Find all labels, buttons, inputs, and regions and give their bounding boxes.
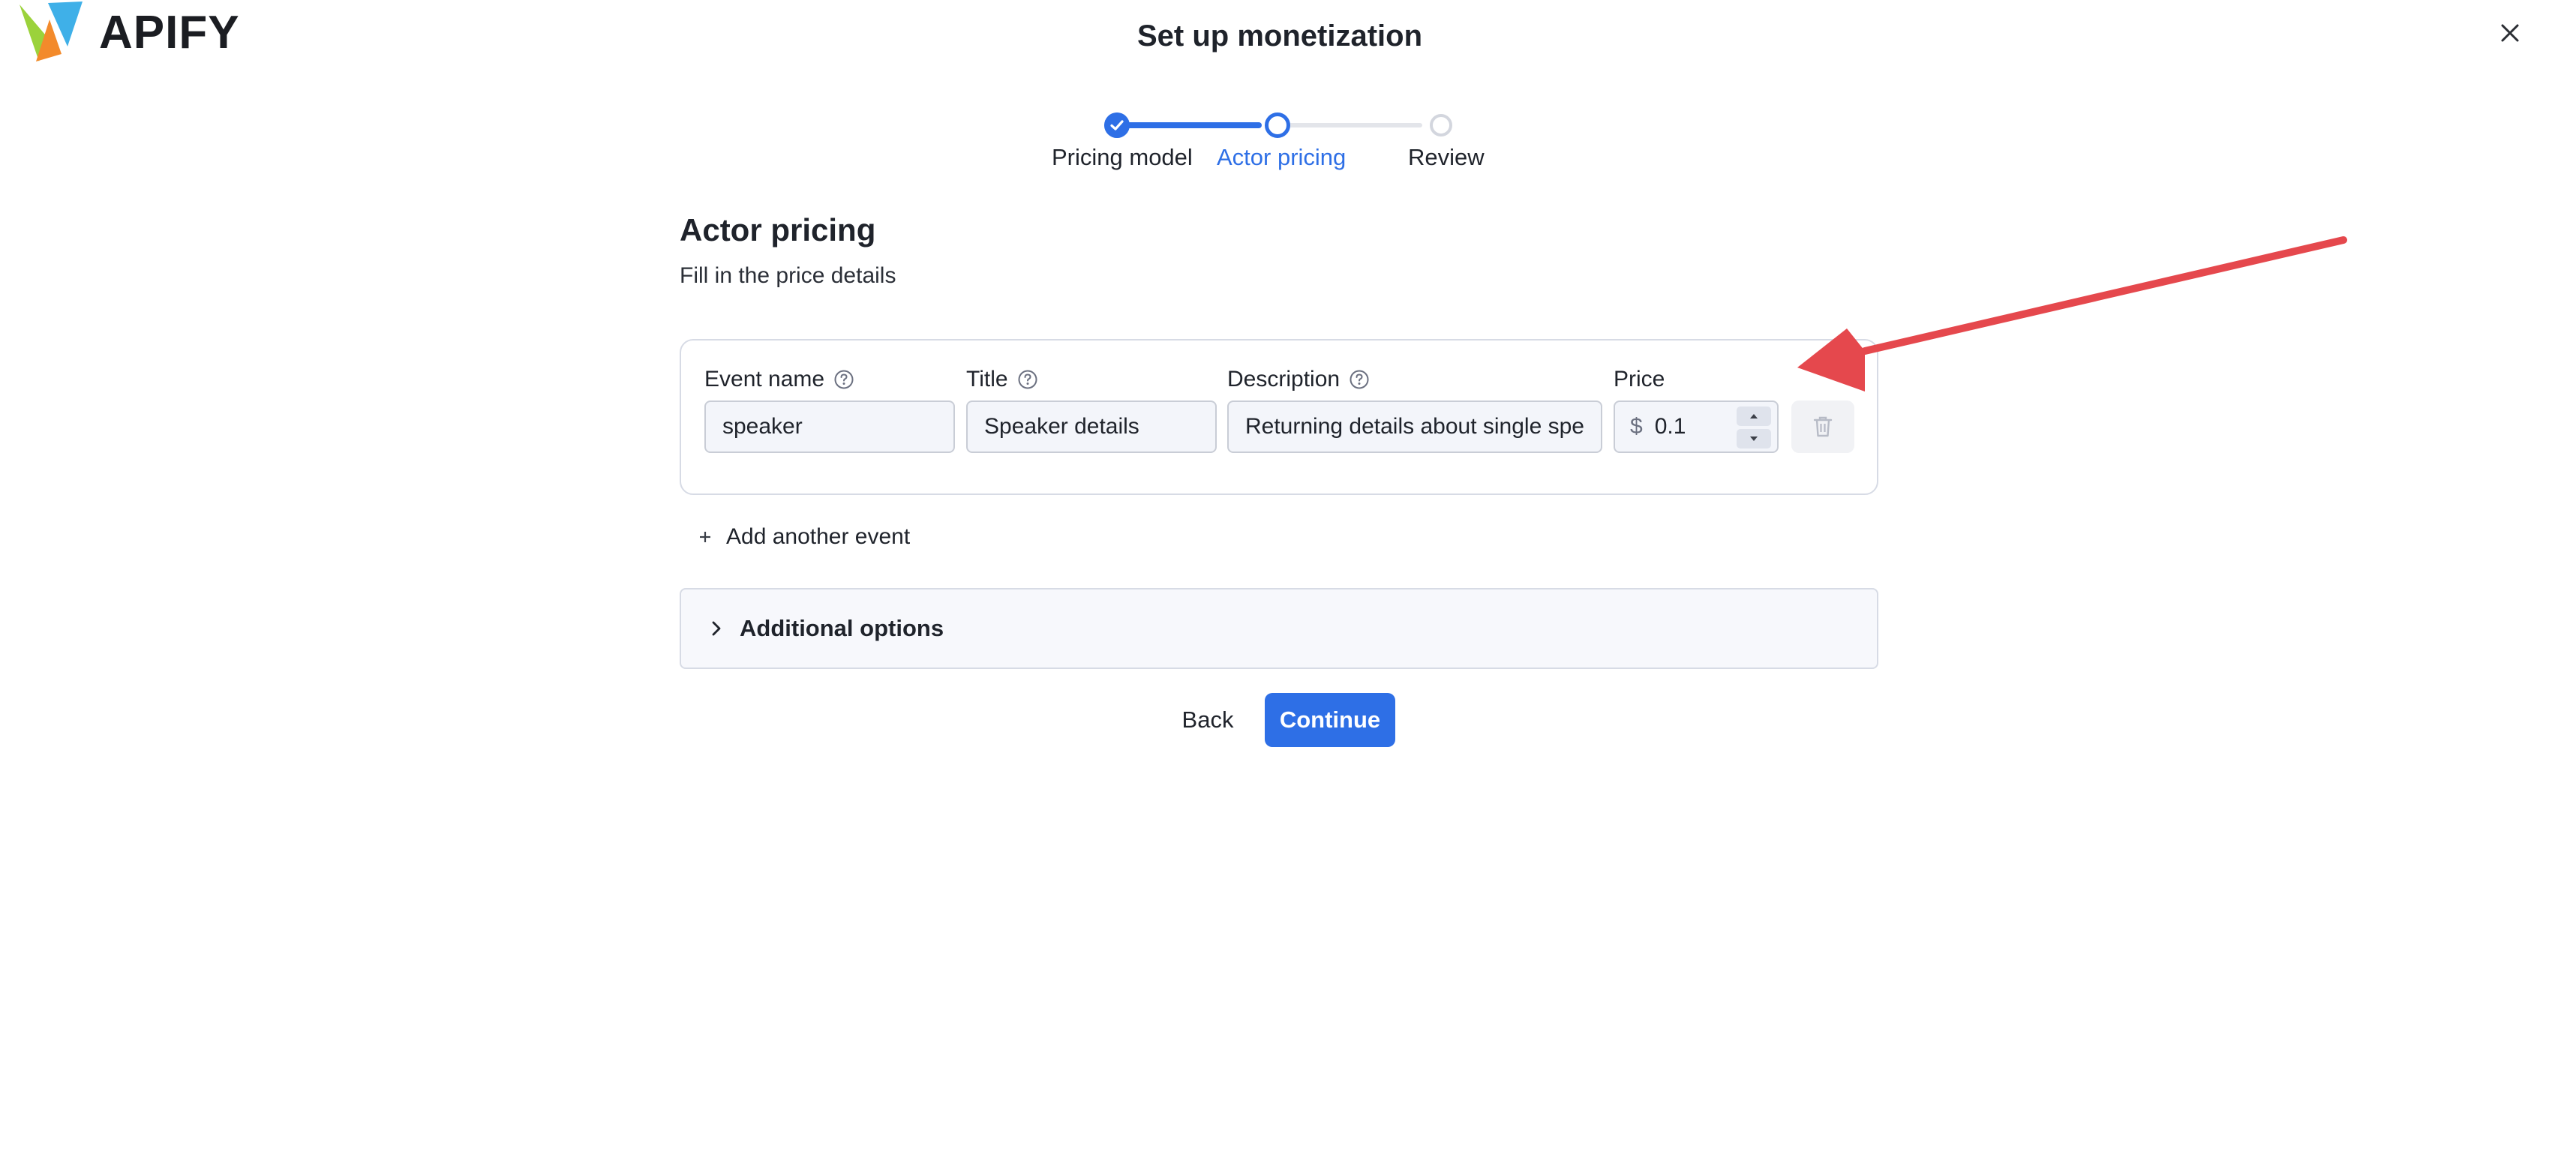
price-decrement-button[interactable] bbox=[1737, 429, 1771, 448]
title-input[interactable]: Speaker details bbox=[966, 400, 1217, 453]
title-label-group: Title bbox=[966, 364, 1038, 394]
back-button[interactable]: Back bbox=[1170, 693, 1245, 747]
additional-options-toggle[interactable]: Additional options bbox=[680, 588, 1878, 669]
help-icon[interactable] bbox=[1017, 369, 1038, 390]
event-name-input[interactable]: speaker bbox=[704, 400, 955, 453]
plus-icon bbox=[700, 532, 710, 542]
price-value: 0.1 bbox=[1654, 414, 1686, 439]
additional-options-label: Additional options bbox=[740, 615, 944, 641]
section-title: Actor pricing bbox=[680, 212, 876, 248]
price-label: Price bbox=[1614, 367, 1665, 392]
annotation-arrow bbox=[1797, 236, 2347, 392]
close-icon[interactable] bbox=[2495, 18, 2525, 48]
description-input[interactable]: Returning details about single spe bbox=[1227, 400, 1602, 453]
event-name-label: Event name bbox=[704, 367, 825, 392]
add-event-button[interactable]: Add another event bbox=[698, 522, 910, 552]
chevron-right-icon bbox=[712, 621, 721, 636]
caret-up-icon bbox=[1750, 414, 1758, 418]
step-active-indicator bbox=[1265, 112, 1290, 138]
price-increment-button[interactable] bbox=[1737, 406, 1771, 426]
currency-symbol: $ bbox=[1630, 414, 1643, 439]
description-label: Description bbox=[1227, 367, 1341, 392]
step-review: Review bbox=[1408, 144, 1485, 170]
stepper-track-completed bbox=[1127, 122, 1262, 128]
continue-button[interactable]: Continue bbox=[1265, 693, 1395, 747]
add-event-label: Add another event bbox=[726, 524, 911, 549]
dialog-title: Set up monetization bbox=[1137, 20, 1422, 52]
step-actor-pricing: Actor pricing bbox=[1217, 144, 1347, 170]
delete-event-button[interactable] bbox=[1791, 400, 1854, 453]
caret-down-icon bbox=[1750, 436, 1758, 441]
help-icon[interactable] bbox=[833, 369, 854, 390]
description-label-group: Description bbox=[1227, 364, 1370, 394]
trash-icon bbox=[1813, 416, 1833, 437]
step-pending-indicator bbox=[1430, 114, 1452, 136]
help-icon[interactable] bbox=[1349, 369, 1370, 390]
step-completed-check-icon bbox=[1104, 112, 1130, 138]
section-subtitle: Fill in the price details bbox=[680, 263, 896, 288]
event-name-label-group: Event name bbox=[704, 364, 854, 394]
price-input[interactable]: $0.1 bbox=[1614, 400, 1779, 453]
price-label-group: Price bbox=[1614, 364, 1665, 394]
title-label: Title bbox=[966, 367, 1008, 392]
stepper-track-pending bbox=[1287, 123, 1422, 128]
step-pricing-model: Pricing model bbox=[1052, 144, 1193, 170]
